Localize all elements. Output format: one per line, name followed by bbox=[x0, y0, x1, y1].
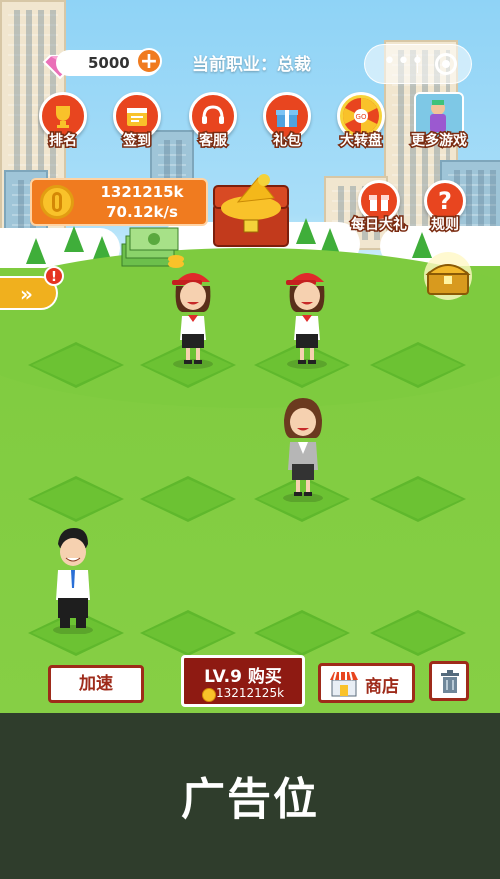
treasure-chest-icon bbox=[213, 174, 289, 247]
coin-total: 1321215k bbox=[100, 183, 184, 201]
alert-badge: ! bbox=[44, 266, 64, 286]
grid-tile[interactable] bbox=[368, 608, 468, 658]
miniprogram-capsule: ••• bbox=[364, 44, 472, 84]
employee-stewardess[interactable] bbox=[272, 260, 342, 370]
close-miniprogram-button[interactable] bbox=[435, 53, 457, 75]
employee-stewardess[interactable] bbox=[158, 260, 228, 370]
grid-tile[interactable] bbox=[368, 340, 468, 390]
shop-label: 商店 bbox=[365, 677, 399, 697]
service-label: 客服 bbox=[198, 132, 229, 151]
gem-counter: 5000 + bbox=[42, 44, 162, 82]
gift-button[interactable]: 礼包 bbox=[258, 92, 316, 162]
grid-tile[interactable] bbox=[138, 474, 238, 524]
service-button[interactable]: 客服 bbox=[184, 92, 242, 162]
shop-button[interactable]: 商店 bbox=[318, 663, 415, 703]
shop-icon bbox=[330, 671, 358, 697]
wheel-button[interactable]: GO 大转盘 bbox=[332, 92, 390, 162]
recycle-button[interactable] bbox=[429, 661, 469, 701]
tree bbox=[64, 226, 84, 252]
grid-tile[interactable] bbox=[138, 608, 238, 658]
coin-icon bbox=[40, 185, 74, 219]
more-menu-button[interactable]: ••• bbox=[383, 51, 425, 73]
game-scene: 5000 + 当前职业：总裁 ••• 排名 签到 客服 礼包 GO 大转盘 更多… bbox=[0, 0, 500, 713]
more-games-button[interactable]: 更多游戏 bbox=[410, 92, 469, 162]
grid-tile[interactable] bbox=[368, 474, 468, 524]
employee-businessman[interactable] bbox=[38, 524, 108, 634]
rank-label: 排名 bbox=[48, 132, 79, 151]
grid-tile[interactable] bbox=[26, 340, 126, 390]
rules-button[interactable]: ? 规则 bbox=[416, 180, 474, 250]
chevron-right-icon: » bbox=[20, 282, 33, 306]
wheel-label: 大转盘 bbox=[339, 132, 384, 151]
wheel-go-label: GO bbox=[356, 113, 367, 121]
buy-level-label: LV.9 购买 bbox=[204, 667, 282, 687]
speed-up-button[interactable]: 加速 bbox=[48, 665, 144, 703]
employee-office-lady[interactable] bbox=[268, 392, 338, 502]
career-title: 当前职业：总裁 bbox=[192, 55, 311, 75]
checkin-button[interactable]: 签到 bbox=[108, 92, 166, 162]
ad-banner[interactable]: 广告位 bbox=[0, 713, 500, 879]
grid-tile[interactable] bbox=[252, 608, 352, 658]
buy-employee-button[interactable]: LV.9 购买 13212125k bbox=[181, 655, 305, 707]
ad-placeholder-label: 广告位 bbox=[181, 774, 319, 825]
coin-balance-panel: 1321215k 70.12k/s bbox=[30, 178, 208, 226]
tree bbox=[26, 238, 46, 264]
rank-button[interactable]: 排名 bbox=[34, 92, 92, 162]
coin-rate: 70.12k/s bbox=[106, 203, 178, 221]
trash-icon bbox=[441, 670, 459, 693]
rules-label: 规则 bbox=[430, 216, 461, 235]
checkin-label: 签到 bbox=[122, 132, 153, 151]
treasure-chest-icon[interactable] bbox=[420, 252, 476, 300]
capsule-divider bbox=[417, 55, 418, 73]
buy-cost: 13212125k bbox=[216, 686, 285, 700]
grid-tile[interactable] bbox=[26, 474, 126, 524]
tree bbox=[296, 218, 316, 244]
more-games-label: 更多游戏 bbox=[410, 132, 469, 151]
gift-label: 礼包 bbox=[272, 132, 303, 151]
daily-gift-button[interactable]: 每日大礼 bbox=[350, 180, 409, 250]
add-gems-button[interactable]: + bbox=[136, 48, 162, 74]
